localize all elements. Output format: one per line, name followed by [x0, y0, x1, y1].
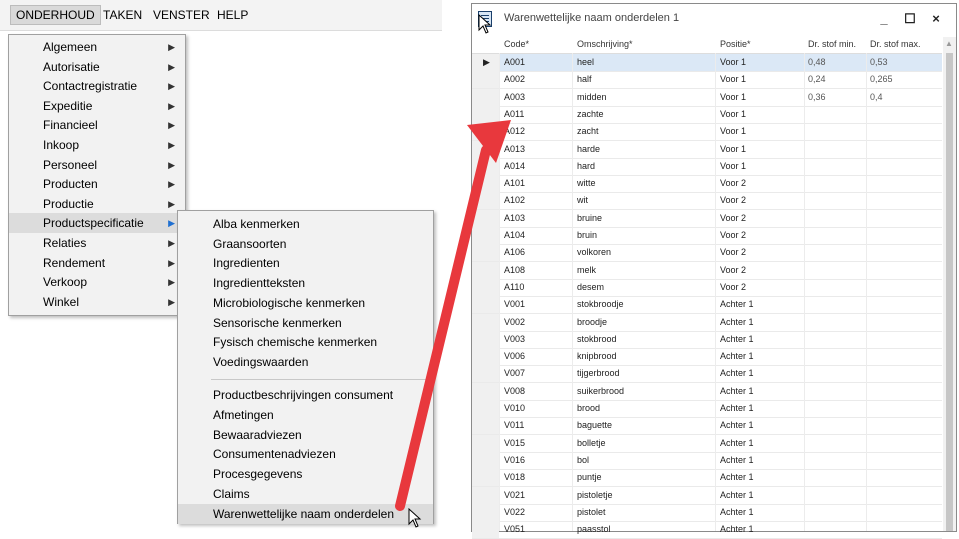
mouse-cursor-icon: [478, 14, 492, 34]
red-arrow-annotation: [395, 120, 511, 511]
arrow-shaft: [395, 145, 491, 511]
mouse-cursor-icon: [408, 508, 422, 528]
